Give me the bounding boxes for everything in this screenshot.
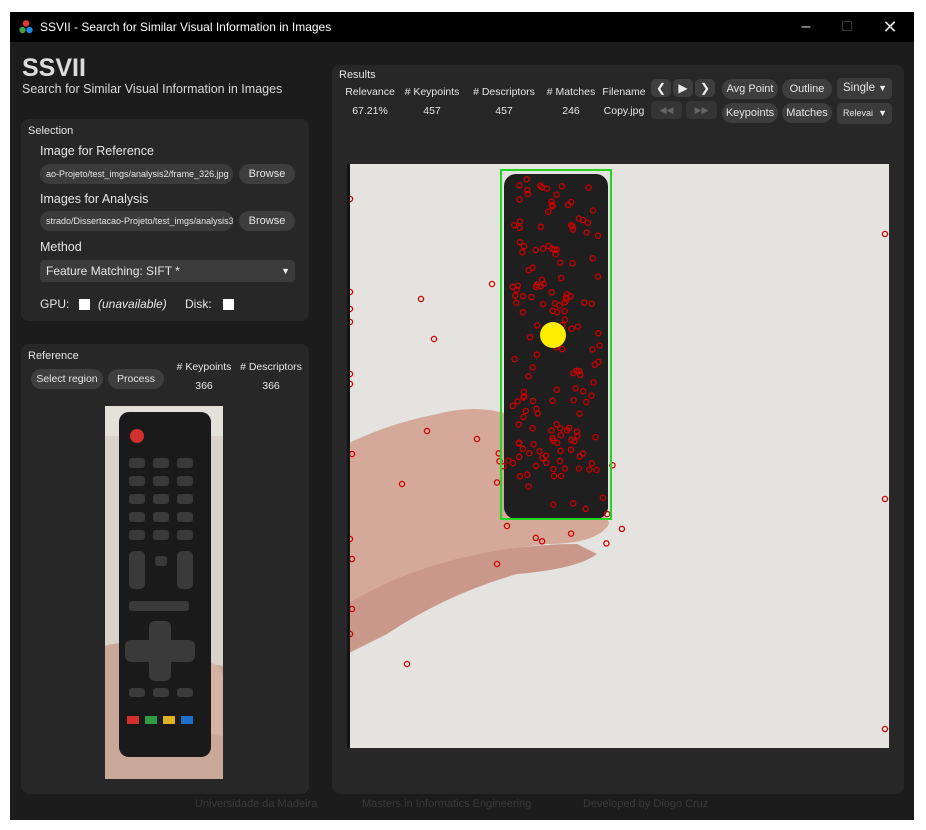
rewind-icon[interactable]: ◀◀ (651, 101, 682, 119)
method-label: Method (40, 240, 82, 254)
relevance-header: Relevance (345, 86, 395, 98)
dropdown-arrow-icon: ▼ (878, 108, 887, 118)
reference-image (105, 406, 223, 779)
analysis-images-label: Images for Analysis (40, 192, 149, 206)
view-mode-value: Single (843, 82, 875, 94)
matches-header: # Matches (546, 86, 596, 98)
result-image (347, 164, 889, 748)
dropdown-arrow-icon: ▼ (281, 266, 290, 276)
reference-keypoints-value: 366 (195, 380, 213, 392)
matches-button[interactable]: Matches (782, 103, 832, 123)
selection-label: Selection (28, 125, 74, 137)
descriptors-header: # Descriptors (473, 86, 535, 98)
process-button[interactable]: Process (108, 369, 164, 389)
footer-university: Universidade da Madeira (195, 798, 318, 810)
maximize-icon[interactable]: □ (834, 16, 860, 38)
method-select[interactable]: Feature Matching: SIFT * ▼ (40, 260, 295, 282)
relevance-value: 67.21% (352, 105, 388, 117)
filename-header: Filename (602, 86, 646, 98)
browse-analysis-button[interactable]: Browse (239, 211, 295, 231)
reference-image-path-input[interactable]: ao-Projeto/test_imgs/analysis2/frame_326… (40, 164, 233, 184)
gpu-status: (unavailable) (98, 297, 167, 311)
outline-button[interactable]: Outline (782, 79, 832, 99)
disk-label: Disk: (185, 297, 212, 311)
keypoints-button[interactable]: Keypoints (722, 103, 778, 123)
avg-point-button[interactable]: Avg Point (722, 79, 778, 99)
gpu-label: GPU: (40, 297, 70, 311)
sort-by-value: Relevai (843, 108, 874, 118)
fast-forward-icon[interactable]: ▶▶ (686, 101, 717, 119)
next-chevron-icon[interactable]: ❯ (695, 79, 715, 97)
close-icon[interactable]: ✕ (877, 16, 903, 38)
gpu-checkbox[interactable] (79, 299, 90, 310)
results-panel: Results Relevance # Keypoints # Descript… (332, 65, 904, 794)
footer-course: Masters in Informatics Engineering (362, 798, 532, 810)
window-title: SSVII - Search for Similar Visual Inform… (40, 20, 332, 34)
keypoints-header: # Keypoints (404, 86, 460, 98)
previous-chevron-icon[interactable]: ❮ (651, 79, 671, 97)
keypoints-value: 457 (423, 105, 441, 117)
reference-panel: Reference Select region Process # Keypoi… (21, 344, 309, 794)
dropdown-arrow-icon: ▼ (878, 83, 887, 93)
disk-checkbox[interactable] (223, 299, 234, 310)
app-subtitle: Search for Similar Visual Information in… (22, 82, 283, 96)
minimize-icon[interactable]: – (793, 16, 819, 38)
reference-descriptors-value: 366 (262, 380, 280, 392)
reference-keypoints-header: # Keypoints (176, 361, 232, 373)
title-bar: SSVII - Search for Similar Visual Inform… (10, 12, 914, 42)
app-title: SSVII (22, 54, 86, 82)
results-label: Results (339, 69, 376, 81)
reference-image-label: Image for Reference (40, 144, 154, 158)
matches-value: 246 (562, 105, 580, 117)
filename-value: Copy.jpg (603, 105, 645, 117)
select-region-button[interactable]: Select region (31, 369, 103, 389)
reference-label: Reference (28, 350, 79, 362)
app-logo-icon (19, 20, 33, 34)
selection-panel: Selection Image for Reference ao-Projeto… (21, 119, 309, 321)
descriptors-value: 457 (495, 105, 513, 117)
method-select-value: Feature Matching: SIFT * (46, 264, 180, 278)
analysis-images-path-input[interactable]: strado/Dissertacao-Projeto/test_imgs/ana… (40, 211, 233, 231)
app-window: SSVII - Search for Similar Visual Inform… (10, 12, 914, 820)
footer-developer: Developed by Diogo Cruz (583, 798, 709, 810)
reference-descriptors-header: # Descriptors (240, 361, 302, 373)
avg-point-marker (540, 322, 566, 348)
browse-reference-button[interactable]: Browse (239, 164, 295, 184)
sort-by-select[interactable]: Relevai ▼ (837, 103, 892, 124)
play-icon[interactable]: ▶ (673, 79, 693, 97)
view-mode-select[interactable]: Single ▼ (837, 78, 892, 99)
